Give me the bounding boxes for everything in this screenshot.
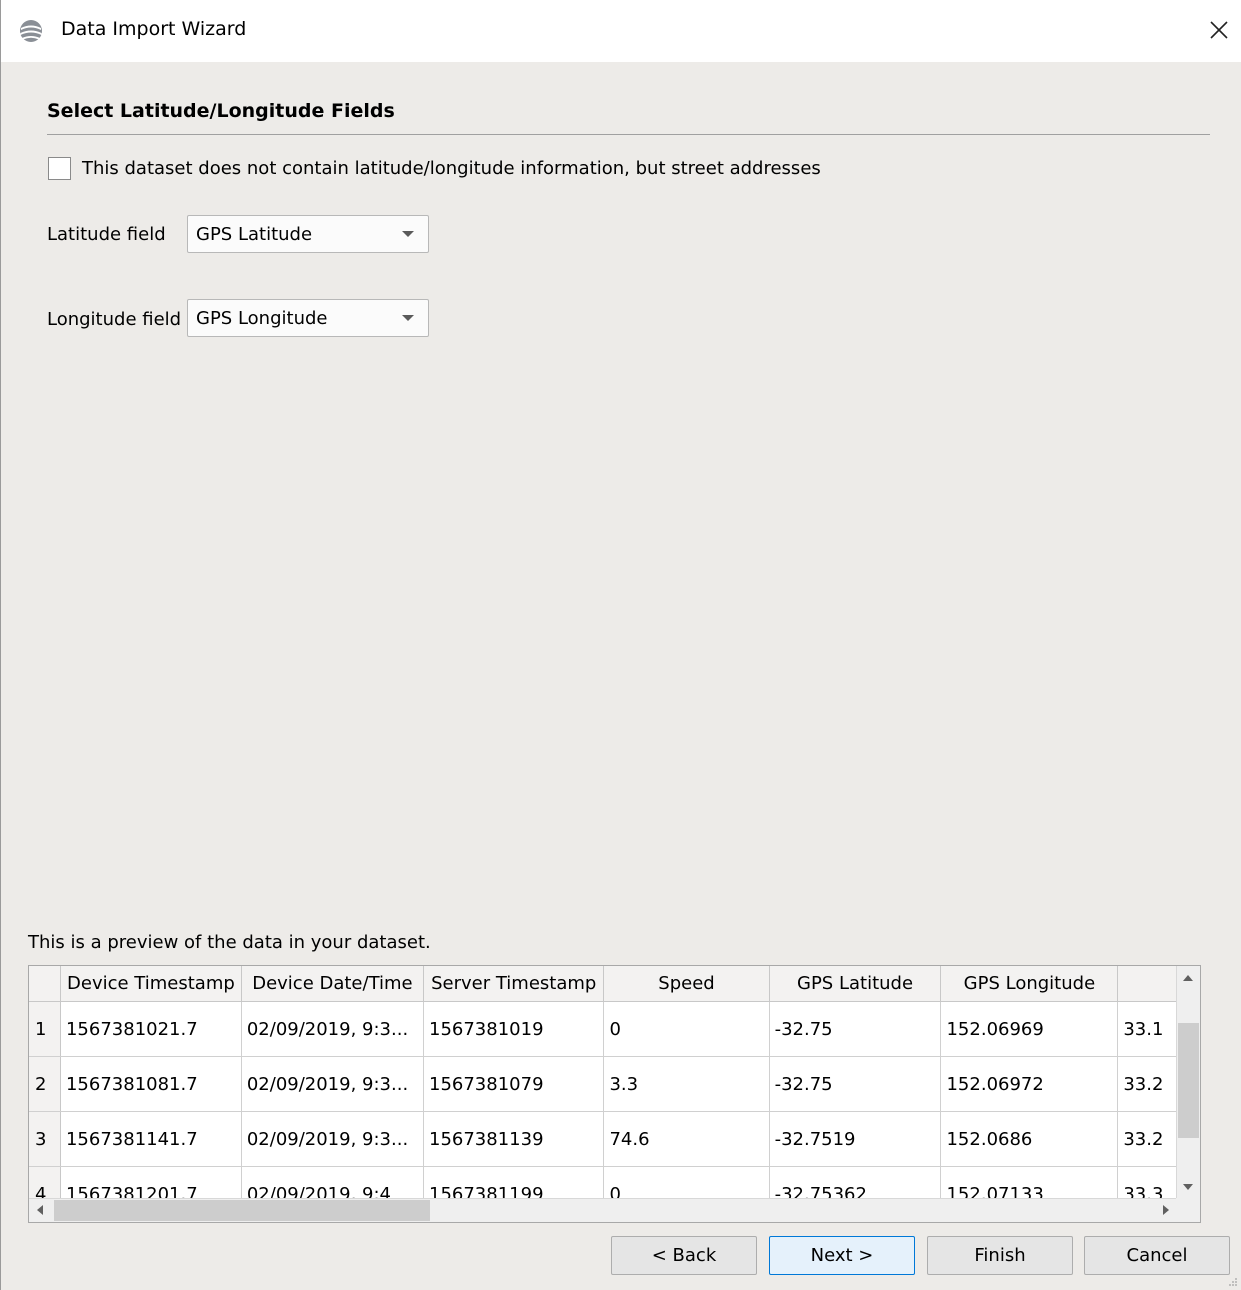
window-title: Data Import Wizard — [61, 18, 247, 40]
table-cell[interactable]: -32.75 — [769, 1001, 942, 1057]
table-cell[interactable]: 152.06969 — [940, 1001, 1119, 1057]
scrollbar-corner — [1176, 1198, 1200, 1222]
close-icon — [1210, 21, 1228, 39]
vertical-scrollbar[interactable] — [1176, 966, 1200, 1199]
scroll-left-arrow-icon[interactable] — [37, 1205, 43, 1215]
table-cell[interactable]: 33.2 — [1117, 1111, 1177, 1167]
next-button[interactable]: Next > — [769, 1236, 915, 1275]
table-cell[interactable]: 02/09/2019, 9:3... — [241, 1056, 425, 1112]
table-cell[interactable]: -32.7519 — [769, 1111, 942, 1167]
column-header[interactable]: Speed — [603, 966, 770, 1002]
scroll-down-arrow-icon[interactable] — [1183, 1184, 1193, 1190]
longitude-field-value: GPS Longitude — [196, 308, 328, 329]
table-cell[interactable]: 02/09/2019, 9:3... — [241, 1111, 425, 1167]
table-row[interactable]: 2 1567381081.7 02/09/2019, 9:3... 156738… — [29, 1056, 1177, 1112]
table-cell[interactable]: 33.2 — [1117, 1056, 1177, 1112]
longitude-field-combobox[interactable]: GPS Longitude — [187, 299, 429, 337]
table-cell[interactable]: 152.0686 — [940, 1111, 1119, 1167]
row-number: 1 — [29, 1001, 61, 1057]
row-number: 3 — [29, 1111, 61, 1167]
horizontal-scroll-thumb[interactable] — [54, 1200, 430, 1221]
column-header[interactable]: Device Timestamp — [60, 966, 242, 1002]
finish-button[interactable]: Finish — [927, 1236, 1073, 1275]
row-number: 2 — [29, 1056, 61, 1112]
table-cell[interactable]: 1567381141.7 — [60, 1111, 242, 1167]
table-cell[interactable]: 1567381019 — [423, 1001, 605, 1057]
column-header[interactable]: Device Date/Time — [241, 966, 425, 1002]
dropdown-arrow-icon — [402, 315, 414, 321]
table-cell[interactable]: 1567381079 — [423, 1056, 605, 1112]
column-header[interactable]: GPS Longitude — [940, 966, 1119, 1002]
table-cell[interactable]: -32.75 — [769, 1056, 942, 1112]
back-button[interactable]: < Back — [611, 1236, 757, 1275]
street-address-checkbox-label[interactable]: This dataset does not contain latitude/l… — [82, 158, 821, 179]
scroll-up-arrow-icon[interactable] — [1183, 975, 1193, 981]
table-row[interactable]: 4 1567381201.7 02/09/2019, 9:4 156738119… — [29, 1166, 1177, 1199]
table-cell[interactable]: 1567381081.7 — [60, 1056, 242, 1112]
table-row[interactable]: 1 1567381021.7 02/09/2019, 9:3... 156738… — [29, 1001, 1177, 1057]
table-cell[interactable]: -32.75362 — [769, 1166, 942, 1199]
longitude-field-label: Longitude field — [47, 309, 182, 330]
table-cell[interactable]: 1567381201.7 — [60, 1166, 242, 1199]
data-import-wizard-window: Data Import Wizard Select Latitude/Longi… — [0, 0, 1241, 1290]
latitude-field-combobox[interactable]: GPS Latitude — [187, 215, 429, 253]
table-cell[interactable]: 1567381139 — [423, 1111, 605, 1167]
table-row[interactable]: 3 1567381141.7 02/09/2019, 9:3... 156738… — [29, 1111, 1177, 1167]
scroll-right-arrow-icon[interactable] — [1163, 1205, 1169, 1215]
table-cell[interactable]: 152.07133 — [940, 1166, 1119, 1199]
column-header[interactable]: Server Timestamp — [423, 966, 605, 1002]
close-button[interactable] — [1196, 0, 1241, 62]
latitude-field-label: Latitude field — [47, 224, 166, 245]
table-cell[interactable]: 1567381199 — [423, 1166, 605, 1199]
preview-table-grid: Device Timestamp Device Date/Time Server… — [29, 966, 1177, 1199]
table-cell[interactable]: 33.3 — [1117, 1166, 1177, 1199]
row-number-header — [29, 966, 61, 1002]
column-header[interactable]: GPS Latitude — [769, 966, 942, 1002]
table-cell[interactable]: 152.06972 — [940, 1056, 1119, 1112]
column-header[interactable] — [1117, 966, 1177, 1002]
section-divider — [47, 134, 1210, 135]
table-cell[interactable]: 0 — [603, 1001, 770, 1057]
vertical-scroll-thumb[interactable] — [1178, 1023, 1199, 1138]
table-cell[interactable]: 74.6 — [603, 1111, 770, 1167]
table-cell[interactable]: 02/09/2019, 9:4 — [241, 1166, 425, 1199]
table-cell[interactable]: 1567381021.7 — [60, 1001, 242, 1057]
dropdown-arrow-icon — [402, 231, 414, 237]
table-cell[interactable]: 3.3 — [603, 1056, 770, 1112]
horizontal-scrollbar[interactable] — [29, 1198, 1177, 1222]
latitude-field-value: GPS Latitude — [196, 224, 313, 245]
table-cell[interactable]: 33.1 — [1117, 1001, 1177, 1057]
table-header-row: Device Timestamp Device Date/Time Server… — [29, 966, 1177, 1002]
table-cell[interactable]: 0 — [603, 1166, 770, 1199]
section-title: Select Latitude/Longitude Fields — [47, 100, 395, 122]
street-address-checkbox[interactable] — [48, 157, 71, 180]
cancel-button[interactable]: Cancel — [1084, 1236, 1230, 1275]
globe-icon — [19, 19, 43, 43]
table-cell[interactable]: 02/09/2019, 9:3... — [241, 1001, 425, 1057]
title-bar: Data Import Wizard — [1, 0, 1241, 62]
resize-grip-icon[interactable] — [1228, 1277, 1238, 1287]
data-preview-table[interactable]: Device Timestamp Device Date/Time Server… — [28, 965, 1201, 1223]
preview-label: This is a preview of the data in your da… — [28, 932, 431, 953]
row-number: 4 — [29, 1166, 61, 1199]
